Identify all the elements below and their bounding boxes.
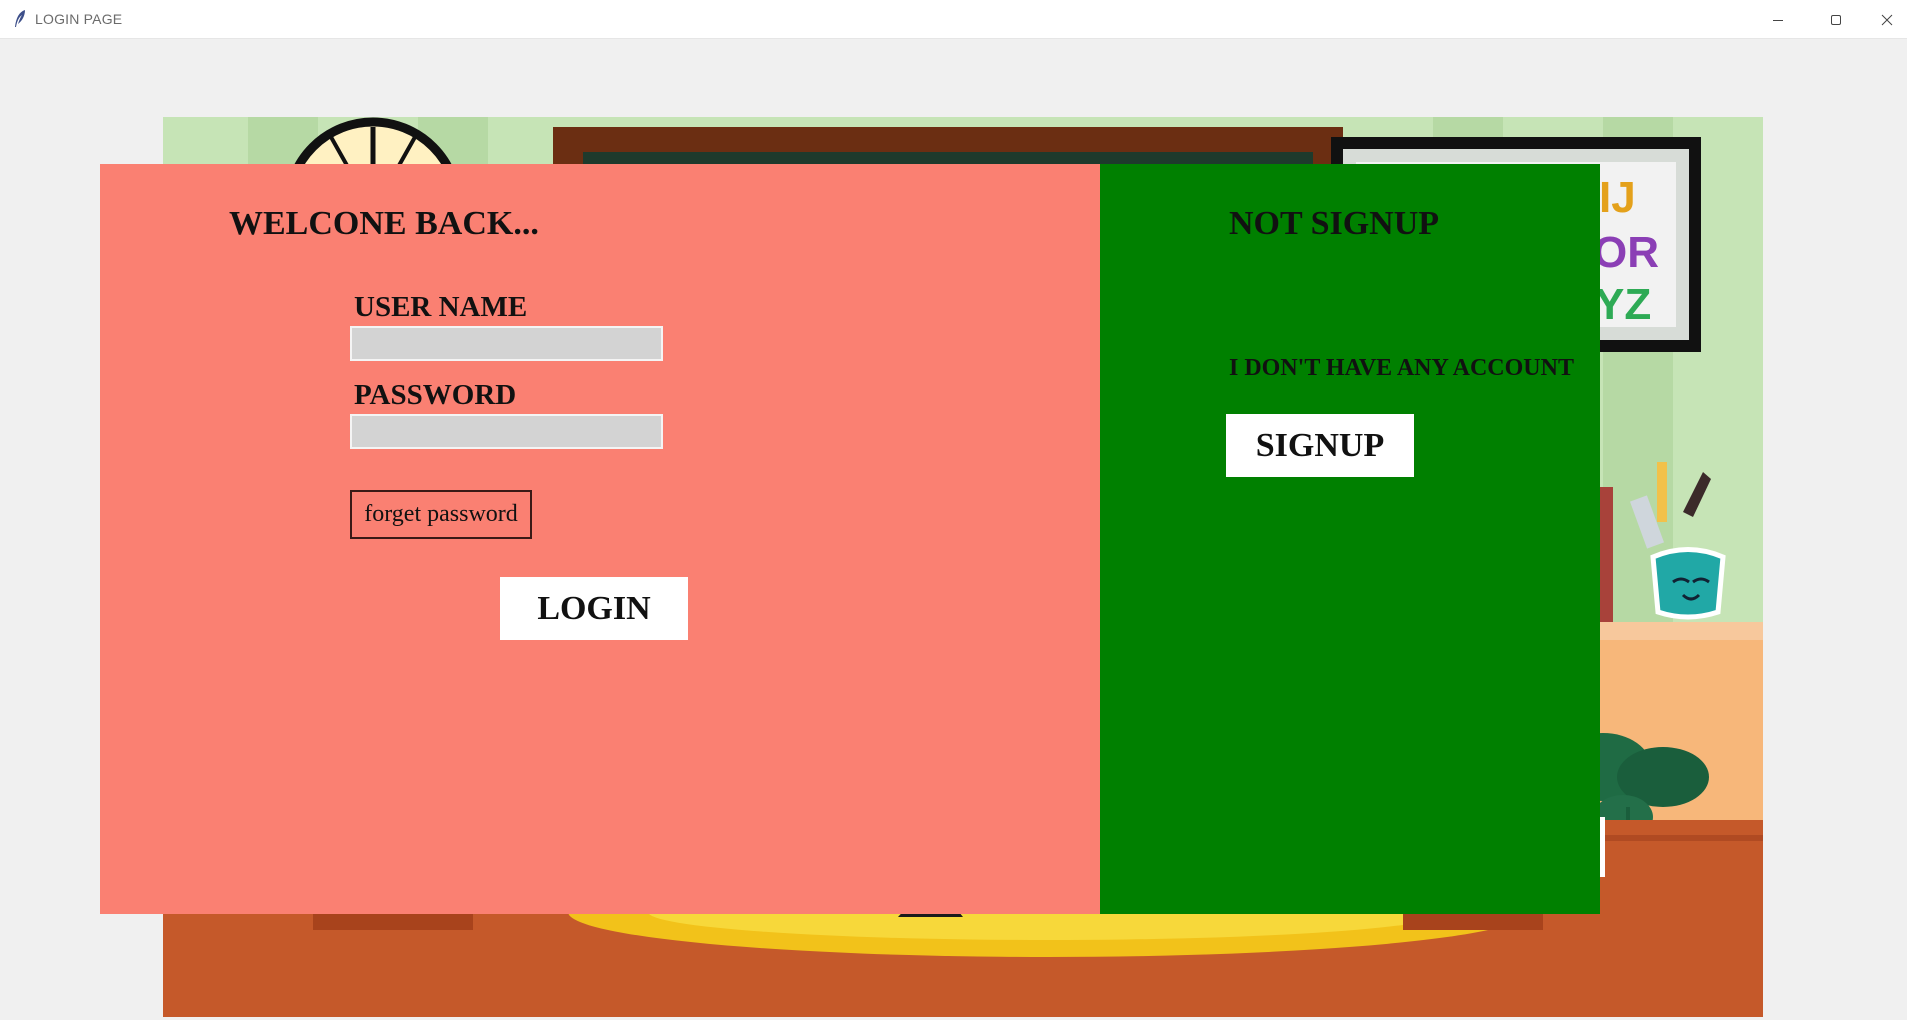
signup-panel: NOT SIGNUP I DON'T HAVE ANY ACCOUNT SIGN… [1100,164,1600,914]
welcome-heading: WELCONE BACK... [229,205,539,242]
maximize-icon [1831,14,1841,25]
login-button[interactable]: LOGIN [500,577,688,640]
signup-button[interactable]: SIGNUP [1226,414,1414,477]
maximize-button[interactable] [1808,0,1864,39]
minimize-icon [1773,19,1783,21]
close-button[interactable] [1866,0,1907,39]
forget-password-button[interactable]: forget password [350,490,532,539]
title-bar: LOGIN PAGE [0,0,1907,39]
close-icon [1881,14,1892,25]
username-label: USER NAME [354,291,528,323]
minimize-button[interactable] [1750,0,1806,39]
username-input[interactable] [350,326,663,361]
svg-text:IJ: IJ [1599,173,1636,222]
window-title: LOGIN PAGE [35,11,123,27]
password-input[interactable] [350,414,663,449]
no-account-text: I DON'T HAVE ANY ACCOUNT [1229,355,1574,381]
password-label: PASSWORD [354,379,517,411]
not-signup-heading: NOT SIGNUP [1229,205,1440,242]
svg-text:YZ: YZ [1595,280,1651,329]
feather-icon [15,10,25,27]
svg-text:OR: OR [1593,228,1659,277]
login-panel: WELCONE BACK... USER NAME PASSWORD forge… [100,164,1100,914]
